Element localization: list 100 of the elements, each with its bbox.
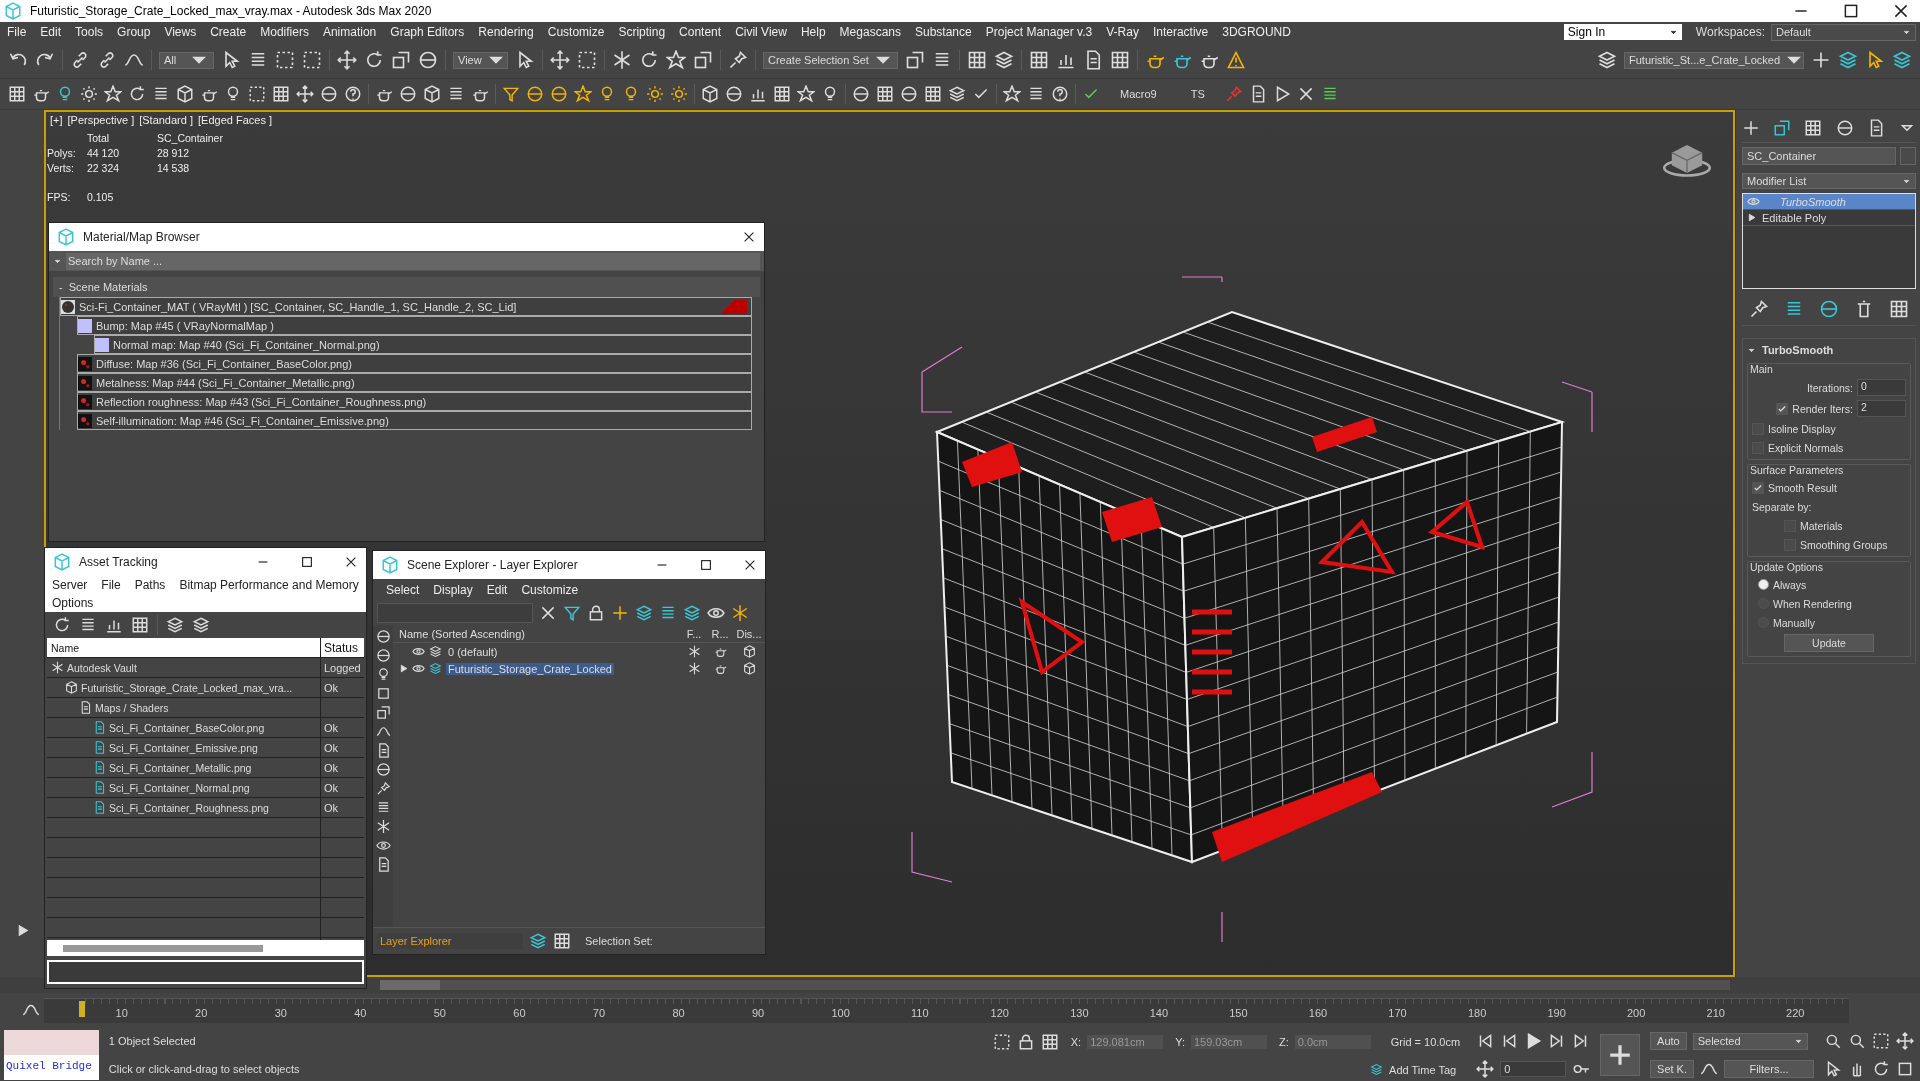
grid-icon[interactable]: [1888, 299, 1909, 319]
layers-icon[interactable]: [683, 604, 701, 622]
object-name-field[interactable]: SC_Container: [1742, 147, 1896, 165]
cube-icon[interactable]: [742, 662, 756, 675]
menu-item[interactable]: Edit: [33, 25, 69, 39]
maximize-icon[interactable]: [1896, 1060, 1914, 1078]
menu-item[interactable]: Select: [379, 583, 427, 597]
dashed-rectangle-icon[interactable]: [1872, 1032, 1890, 1050]
menu-item[interactable]: Rendering: [471, 25, 541, 39]
rollout-header[interactable]: TurboSmooth: [1747, 341, 1911, 359]
move-icon[interactable]: [1896, 1032, 1914, 1050]
grid-icon[interactable]: [876, 85, 894, 103]
spinner-field[interactable]: 0: [1857, 379, 1906, 396]
selection-filter-dropdown[interactable]: All: [159, 51, 214, 69]
key-filter-dropdown[interactable]: Selected: [1692, 1032, 1808, 1050]
viewport-label[interactable]: [+]: [50, 114, 63, 126]
listener-input[interactable]: Quixel Bridge: [4, 1055, 99, 1080]
eye-icon[interactable]: [412, 645, 425, 658]
help-icon[interactable]: [1051, 85, 1069, 103]
column-header[interactable]: Name (Sorted Ascending): [393, 627, 681, 640]
asset-tree-item[interactable]: Sci_Fi_Container_Roughness.png: [47, 798, 321, 817]
grid-icon[interactable]: [1028, 50, 1049, 70]
menu-item[interactable]: File: [94, 578, 128, 592]
scale-icon[interactable]: [904, 50, 925, 70]
asset-tree-item[interactable]: Sci_Fi_Container_BaseColor.png: [47, 718, 321, 737]
grid-icon[interactable]: [966, 50, 987, 70]
cube-icon[interactable]: [176, 85, 194, 103]
sphere-icon[interactable]: [550, 85, 568, 103]
rotate-icon[interactable]: [364, 50, 384, 70]
menu-item[interactable]: Tools: [68, 25, 111, 39]
eye-icon[interactable]: [375, 838, 391, 853]
curve-icon[interactable]: [375, 724, 391, 739]
menu-item[interactable]: Animation: [315, 25, 384, 39]
column-header[interactable]: Name: [47, 638, 321, 657]
sphere-icon[interactable]: [526, 85, 544, 103]
grid-icon[interactable]: [1040, 1032, 1059, 1051]
clear-icon[interactable]: [539, 604, 557, 622]
menu-item[interactable]: Scripting: [611, 25, 673, 39]
pin-icon[interactable]: [728, 50, 748, 70]
material-tree-item[interactable]: Bump: Map #45 ( VRayNormalMap ): [77, 316, 752, 335]
grid-icon[interactable]: [1804, 119, 1823, 137]
star-icon[interactable]: [666, 50, 686, 70]
asset-tree-item[interactable]: Sci_Fi_Container_Normal.png: [47, 778, 321, 797]
sun-icon[interactable]: [670, 85, 688, 103]
frame-field[interactable]: 0: [1500, 1061, 1567, 1077]
menu-item[interactable]: Server: [45, 578, 95, 592]
sphere-icon[interactable]: [900, 85, 918, 103]
search-field[interactable]: Search by Name ...: [66, 252, 760, 270]
menu-item[interactable]: Modifiers: [253, 25, 316, 39]
sphere-icon[interactable]: [375, 762, 391, 777]
star-icon[interactable]: [574, 85, 592, 103]
update-button[interactable]: Update: [1784, 634, 1874, 652]
menu-item[interactable]: Paths: [127, 578, 173, 592]
auto-key-button[interactable]: Auto: [1650, 1032, 1687, 1050]
sphere-icon[interactable]: [1835, 119, 1854, 137]
play-icon[interactable]: [1747, 213, 1756, 222]
plus-icon[interactable]: [1811, 50, 1831, 70]
asset-tree-item[interactable]: Sci_Fi_Container_Metallic.png: [47, 758, 321, 777]
time-marker[interactable]: [79, 1000, 85, 1017]
rotate-icon[interactable]: [639, 50, 659, 70]
layer-dropdown[interactable]: Futuristic_St...e_Crate_Locked: [1624, 51, 1804, 69]
layers-icon[interactable]: [529, 932, 547, 950]
teapot-icon[interactable]: [713, 645, 727, 658]
grid-icon[interactable]: [773, 85, 791, 103]
menu-item[interactable]: V-Ray: [1099, 25, 1146, 39]
layers-icon[interactable]: [635, 604, 653, 622]
column-header[interactable]: Status: [321, 638, 364, 657]
layers-icon[interactable]: [166, 616, 184, 634]
maximize-icon[interactable]: [699, 558, 713, 572]
grid-icon[interactable]: [553, 932, 571, 950]
pin-icon[interactable]: [375, 781, 391, 796]
menu-item[interactable]: Project Manager v.3: [978, 25, 1100, 39]
filter-icon[interactable]: [563, 604, 581, 622]
sphere-icon[interactable]: [375, 629, 391, 644]
menu-item[interactable]: Customize: [514, 583, 586, 597]
layer-name[interactable]: 0 (default): [446, 645, 500, 658]
dashed-rectangle-icon[interactable]: [302, 50, 322, 70]
menu-item[interactable]: Group: [110, 25, 158, 39]
lock-icon[interactable]: [587, 604, 605, 622]
sphere-icon[interactable]: [1819, 299, 1839, 319]
workspace-dropdown[interactable]: Default: [1771, 23, 1916, 41]
menu-item[interactable]: Content: [672, 25, 729, 39]
menu-item[interactable]: Edit: [479, 583, 515, 597]
sphere-icon[interactable]: [399, 85, 417, 103]
viewport-label[interactable]: [Standard ]: [139, 114, 193, 126]
material-tree-item[interactable]: Sci-Fi_Container_MAT ( VRayMtl ) [SC_Container, SC_Handle_1, SC_Handle_2, SC_Lid]: [60, 297, 752, 316]
move-icon[interactable]: [1476, 1060, 1495, 1078]
key-filters-button[interactable]: Filters...: [1724, 1060, 1814, 1078]
dashed-rectangle-icon[interactable]: [577, 50, 597, 70]
link-icon[interactable]: [97, 50, 117, 70]
material-tree-item[interactable]: Self-illumination: Map #46 (Sci_Fi_Container_Emissive.png): [77, 411, 752, 430]
material-tree-item[interactable]: Diffuse: Map #36 (Sci_Fi_Container_BaseColor.png): [77, 354, 752, 373]
menu-item[interactable]: Views: [157, 25, 204, 39]
close-icon[interactable]: [1892, 2, 1910, 20]
snowflake-icon[interactable]: [731, 604, 749, 622]
layers-icon[interactable]: [1838, 50, 1858, 70]
material-tree-item[interactable]: Metalness: Map #44 (Sci_Fi_Container_Metallic.png): [77, 373, 752, 392]
menu-item[interactable]: Bitmap Performance and Memory: [172, 578, 366, 592]
menu-item[interactable]: Help: [793, 25, 833, 39]
grid-icon[interactable]: [1109, 50, 1130, 70]
